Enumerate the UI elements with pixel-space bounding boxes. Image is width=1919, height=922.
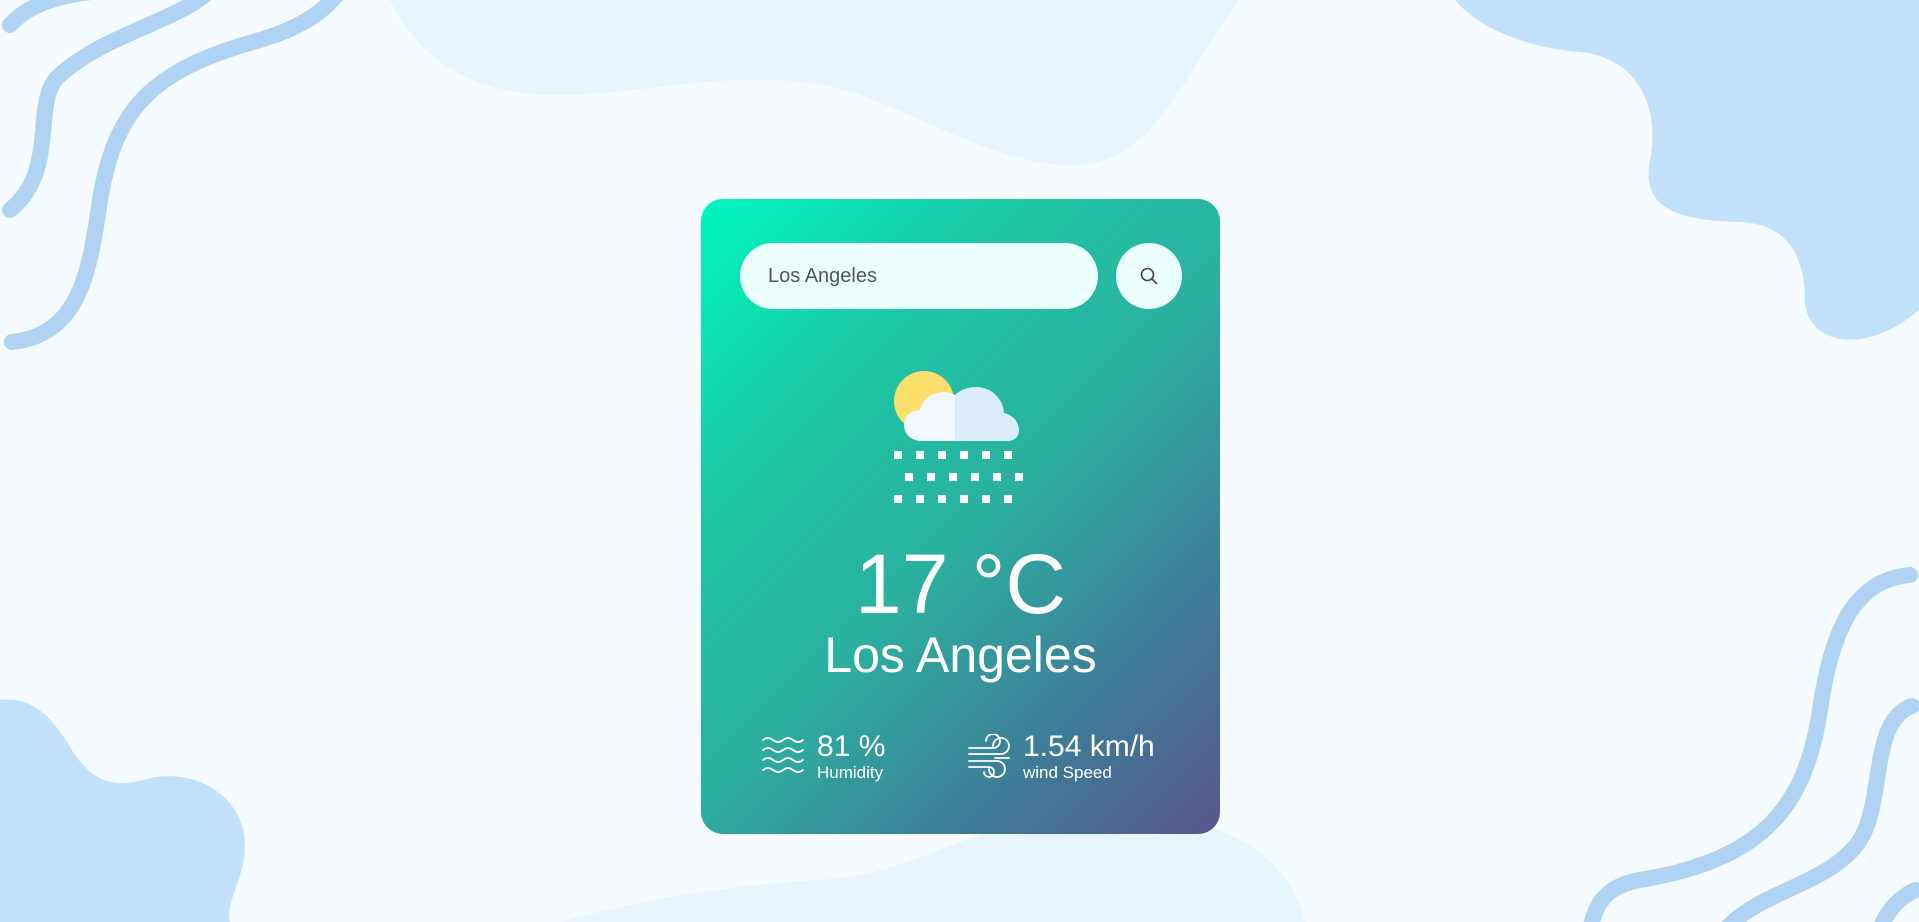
humidity-label: Humidity: [817, 763, 884, 782]
background-wave-bottom-right-1: [1583, 567, 1918, 922]
page: 17 °C Los Angeles 81 % Humidity: [0, 0, 1919, 922]
weather-card: 17 °C Los Angeles 81 % Humidity: [701, 199, 1220, 834]
wind-detail: 1.54 km/h wind Speed: [967, 731, 1155, 783]
wind-text: 1.54 km/h wind Speed: [1023, 731, 1155, 783]
city-name: Los Angeles: [824, 627, 1097, 683]
wind-value: 1.54 km/h: [1023, 730, 1155, 763]
background-blob-top-right: [1455, 0, 1919, 340]
search-button[interactable]: [1116, 243, 1182, 309]
wind-icon: [968, 734, 1010, 778]
temperature: 17 °C: [854, 537, 1067, 631]
search-bar: [740, 243, 1182, 309]
humidity-value: 81 %: [817, 730, 886, 763]
background-wave-top-left-2: [2, 0, 212, 218]
humidity-detail: 81 % Humidity: [761, 731, 885, 783]
wind-label: wind Speed: [1023, 763, 1112, 782]
background-blob-bottom-left: [0, 699, 245, 922]
background-wave-top-left-3: [4, 0, 343, 350]
city-search-input[interactable]: [740, 243, 1098, 309]
background-blob-top: [390, 0, 1240, 166]
humidity-text: 81 % Humidity: [817, 731, 885, 783]
humidity-waves-icon: [762, 737, 804, 773]
sun-cloud-snow-icon: [894, 371, 1023, 503]
weather-details: 81 % Humidity 1.54 km/h wind Speed: [701, 731, 1220, 791]
search-icon: [1140, 267, 1158, 285]
background-wave-bottom-right-3: [1874, 882, 1919, 922]
